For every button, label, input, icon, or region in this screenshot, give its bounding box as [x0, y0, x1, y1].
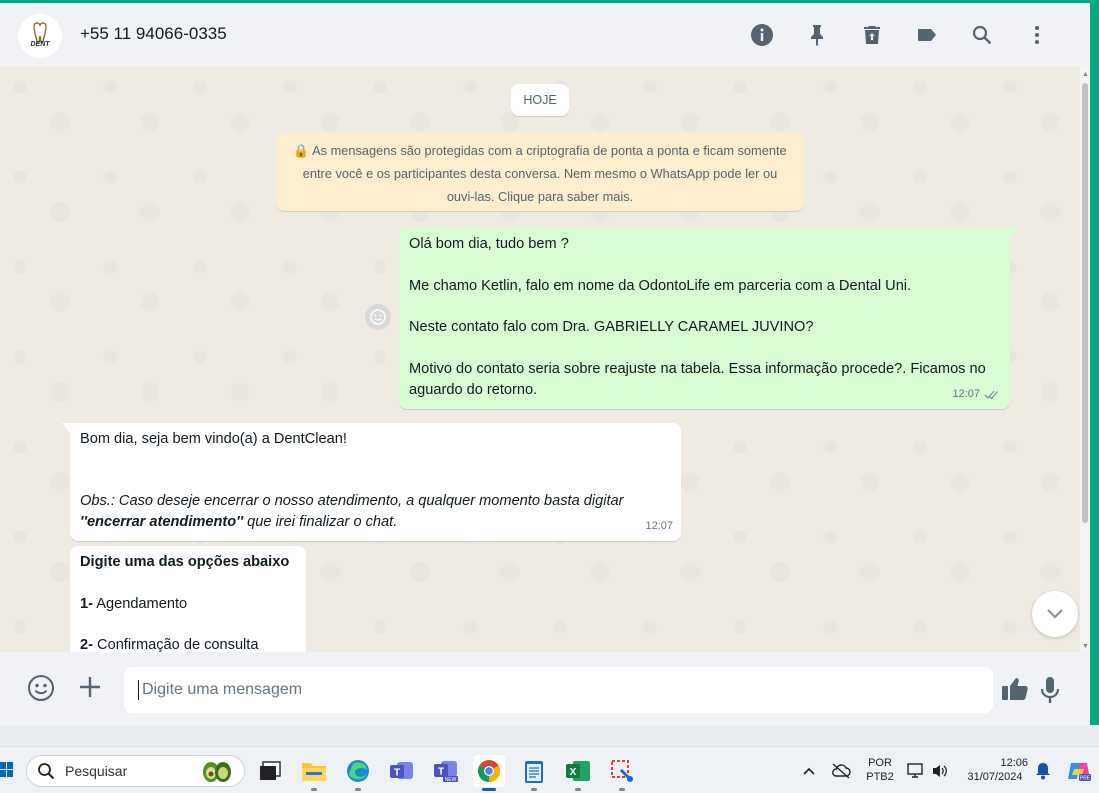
notification-bell-icon[interactable] — [1032, 755, 1054, 787]
reaction-emoji-icon[interactable] — [365, 304, 391, 330]
text-caret — [138, 680, 139, 700]
composer — [0, 652, 1090, 725]
obs-bold: ''encerrar atendimento'' — [80, 514, 244, 531]
date-chip: HOJE — [511, 84, 569, 116]
scroll-to-bottom-button[interactable] — [1032, 591, 1078, 637]
copilot-icon[interactable]: PRE — [1064, 755, 1094, 787]
edge-icon[interactable] — [342, 755, 374, 791]
double-check-icon — [984, 390, 998, 400]
svg-text:X: X — [570, 767, 577, 778]
file-explorer-icon[interactable] — [298, 755, 330, 791]
taskbar-search[interactable]: Pesquisar — [26, 755, 245, 787]
avatar-logo-text: DENT — [30, 41, 50, 48]
bubble-tail — [62, 423, 70, 433]
thumbs-up-icon[interactable] — [1001, 676, 1029, 707]
emoji-icon[interactable] — [27, 674, 55, 707]
taskbar: Pesquisar T T NEW X POR PTB2 12:06 31/07… — [0, 746, 1099, 793]
tray-overflow-chevron-icon[interactable] — [798, 755, 820, 787]
microphone-icon[interactable] — [1039, 676, 1061, 709]
clock-date: 31/07/2024 — [967, 771, 1023, 783]
volume-icon[interactable] — [928, 755, 952, 787]
windows-start-icon[interactable] — [0, 760, 14, 780]
whatsapp-window: DENT +55 11 94066-0335 HOJE 🔒 As mensage… — [0, 3, 1090, 725]
message-list[interactable]: HOJE 🔒 As mensagens são protegidas com a… — [0, 67, 1080, 652]
option-item: 1- Agendamento — [80, 595, 188, 612]
task-view-icon[interactable] — [254, 755, 286, 787]
cloud-offline-icon[interactable] — [828, 755, 854, 787]
bubble-tail — [1010, 228, 1018, 238]
avocado-icon — [203, 762, 231, 782]
notepad-icon[interactable] — [518, 755, 550, 791]
message-line: Olá bom dia, tudo bem ? — [409, 236, 569, 252]
pin-icon[interactable] — [789, 21, 844, 49]
search-icon — [38, 763, 55, 780]
delete-icon[interactable] — [844, 21, 899, 49]
scroll-up-arrow[interactable]: ▲ — [1082, 71, 1089, 78]
option-item: 2- Confirmação de consulta — [80, 637, 259, 652]
options-message[interactable]: Digite uma das opções abaixo 1- Agendame… — [70, 546, 306, 652]
chevron-down-icon — [1047, 609, 1063, 619]
snipping-tool-icon[interactable] — [606, 755, 638, 791]
options-title: Digite uma das opções abaixo — [80, 554, 290, 570]
teams-icon[interactable]: T — [386, 755, 418, 787]
message-line: Neste contato falo com Dra. GABRIELLY CA… — [409, 319, 814, 336]
contact-name[interactable]: +55 11 94066-0335 — [80, 24, 227, 44]
teams-new-icon[interactable]: T NEW — [430, 755, 462, 787]
obs-suffix: que irei finalizar o chat. — [243, 514, 398, 531]
message-line: Bom dia, seja bem vindo(a) a DentClean! — [80, 431, 347, 447]
svg-text:NEW: NEW — [445, 777, 457, 783]
menu-icon[interactable] — [1009, 21, 1064, 49]
obs-text: Obs.: Caso deseje encerrar o nosso atend… — [80, 491, 671, 533]
outgoing-message[interactable]: Olá bom dia, tudo bem ? Me chamo Ketlin,… — [399, 228, 1018, 409]
keyboard-layout: PTB2 — [866, 771, 894, 783]
label-icon[interactable] — [899, 21, 954, 49]
search-label: Pesquisar — [65, 763, 128, 779]
incoming-message[interactable]: Bom dia, seja bem vindo(a) a DentClean! … — [62, 423, 681, 541]
display-network-icon[interactable] — [905, 755, 927, 787]
obs-prefix: Obs.: Caso deseje encerrar o nosso atend… — [80, 493, 624, 510]
message-input[interactable] — [124, 667, 993, 713]
scroll-thumb[interactable] — [1082, 83, 1088, 523]
chat-scrollbar[interactable]: ▲ ▼ — [1080, 67, 1090, 652]
message-line: Motivo do contato seria sobre reajuste n… — [409, 360, 986, 398]
message-time: 12:07 — [952, 388, 980, 401]
chrome-icon[interactable] — [473, 755, 505, 791]
info-icon[interactable] — [734, 21, 789, 49]
lang-code: POR — [868, 757, 892, 769]
input-language[interactable]: POR PTB2 — [863, 756, 897, 784]
svg-text:T: T — [394, 768, 400, 779]
scroll-down-arrow[interactable]: ▼ — [1082, 643, 1089, 650]
message-line: Me chamo Ketlin, falo em nome da OdontoL… — [409, 277, 912, 294]
attach-plus-icon[interactable] — [77, 674, 103, 705]
clock-time: 12:06 — [1000, 757, 1028, 769]
window-right-border — [1090, 3, 1099, 725]
clock[interactable]: 12:06 31/07/2024 — [960, 756, 1030, 784]
svg-text:PRE: PRE — [1080, 776, 1091, 782]
encryption-notice[interactable]: 🔒 As mensagens são protegidas com a crip… — [276, 133, 804, 211]
search-icon[interactable] — [954, 21, 1009, 49]
excel-icon[interactable]: X — [562, 755, 594, 791]
avatar[interactable]: DENT — [18, 14, 62, 58]
desktop-gap — [0, 725, 1099, 746]
svg-text:T: T — [438, 767, 444, 778]
chat-header[interactable]: DENT +55 11 94066-0335 — [0, 3, 1090, 67]
message-time: 12:07 — [645, 520, 673, 533]
